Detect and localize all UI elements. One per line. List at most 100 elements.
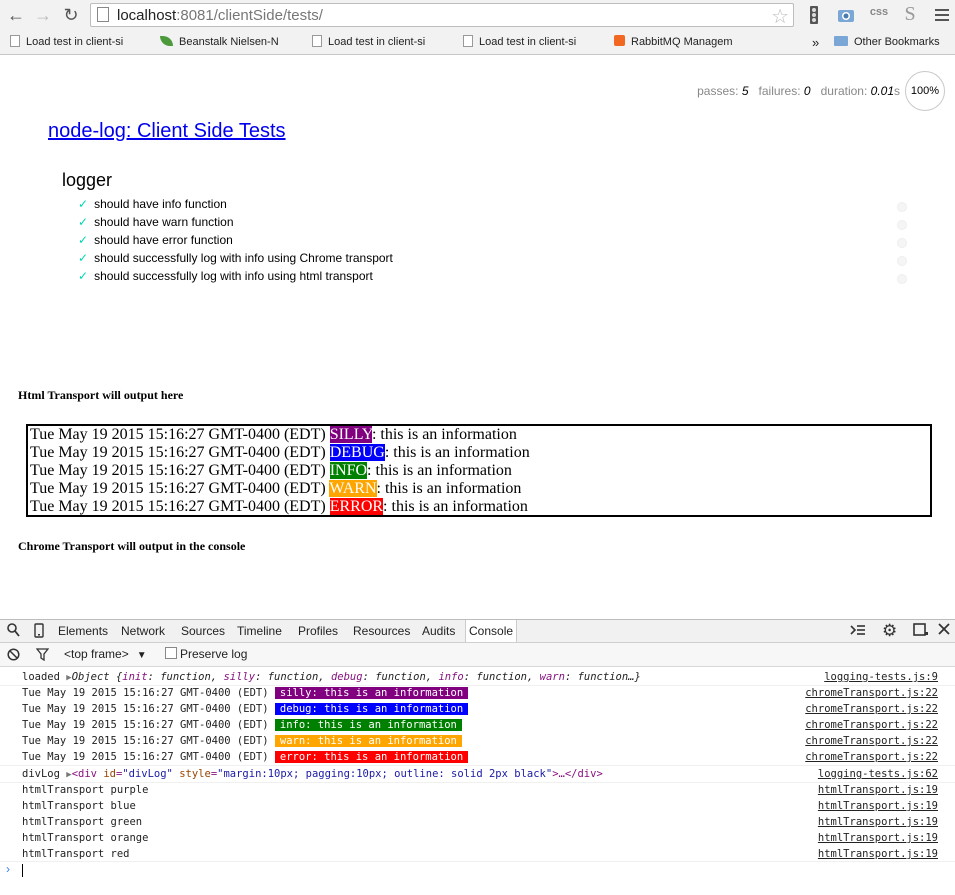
object-label[interactable]: Object { [72,671,123,683]
drawer-toggle-icon[interactable] [850,623,866,641]
url-text[interactable]: localhost:8081/clientSide/tests/ [117,7,323,24]
object-key: init [122,671,148,683]
tab-audits[interactable]: Audits [422,620,455,642]
preserve-log-label: Preserve log [180,647,248,661]
console-source-link[interactable]: htmlTransport.js:19 [818,815,938,829]
suite-title-link[interactable]: node-log: Client Side Tests [48,120,286,143]
tab-sources[interactable]: Sources [181,620,225,642]
forward-arrow-icon[interactable]: → [32,4,54,26]
html-transport-log: Tue May 19 2015 15:16:27 GMT-0400 (EDT) … [26,424,932,517]
object-value: function [160,671,211,683]
console-source-link[interactable]: htmlTransport.js:19 [818,847,938,861]
tab-elements[interactable]: Elements [58,620,108,642]
console-source-link[interactable]: chromeTransport.js:22 [805,702,938,716]
console-source-link[interactable]: htmlTransport.js:19 [818,799,938,813]
log-line: Tue May 19 2015 15:16:27 GMT-0400 (EDT) … [30,480,521,498]
reload-icon[interactable]: ↻ [60,4,82,26]
bookmark-star-icon[interactable]: ☆ [771,4,789,29]
console-input[interactable] [22,864,23,877]
console-styled-text: warn: this is an information [274,735,462,747]
console-message: htmlTransport green [22,816,143,828]
console-source-link[interactable]: htmlTransport.js:19 [818,831,938,845]
address-bar[interactable]: localhost:8081/clientSide/tests/ ☆ [90,3,794,29]
failures-count[interactable]: 0 [804,84,811,98]
console-source-link[interactable]: logging-tests.js:9 [824,670,938,684]
test-item[interactable]: ✓ should have warn function [78,215,234,229]
replay-dot-icon[interactable] [897,220,907,230]
console-source-link[interactable]: chromeTransport.js:22 [805,734,938,748]
dropdown-arrow-icon: ▼ [136,650,147,661]
log-level-tag: INFO [329,462,368,479]
failures-label: failures: [758,84,801,98]
console-divider [0,861,955,862]
bookmark-item[interactable]: Beanstalk Nielsen-N [160,31,296,54]
tab-timeline[interactable]: Timeline [237,620,282,642]
mocha-stats: passes: 5 failures: 0 duration: 0.01s [697,84,900,98]
device-mode-icon[interactable] [34,623,44,642]
css-extension-icon[interactable]: css [868,6,890,18]
replay-dot-icon[interactable] [897,238,907,248]
test-item[interactable]: ✓ should have error function [78,233,233,247]
console-source-link[interactable]: logging-tests.js:62 [818,767,938,781]
back-arrow-icon[interactable]: ← [5,4,27,26]
other-bookmarks-folder[interactable]: Other Bookmarks [834,31,954,54]
console-source-link[interactable]: htmlTransport.js:19 [818,783,938,797]
bookmark-item[interactable]: RabbitMQ Managem [614,31,748,54]
menu-icon[interactable] [935,8,949,22]
frame-select[interactable]: <top frame> ▼ [64,647,147,661]
bookmark-item[interactable]: Load test in client-si [463,31,595,54]
test-item[interactable]: ✓ should have info function [78,197,227,211]
bookmark-item[interactable]: Load test in client-si [10,31,142,54]
html-tag[interactable]: <div [72,768,97,780]
replay-dot-icon[interactable] [897,256,907,266]
console-timestamp: Tue May 19 2015 15:16:27 GMT-0400 (EDT) [22,719,269,731]
console-text: divLog [22,768,60,780]
settings-gear-icon[interactable]: ⚙ [882,622,897,639]
object-key: info [438,671,464,683]
test-item[interactable]: ✓ should successfully log with info using… [78,269,373,283]
console-filter-bar: <top frame> ▼ Preserve log [0,643,955,667]
console-message: Tue May 19 2015 15:16:27 GMT-0400 (EDT) … [22,686,469,700]
more-bookmarks-button[interactable]: » [812,31,824,54]
html-tag: >…</div> [552,768,603,780]
tab-profiles[interactable]: Profiles [298,620,338,642]
progress-circle: 100% [905,71,945,111]
filter-icon[interactable] [35,648,50,664]
clear-console-icon[interactable] [7,648,20,664]
console-message: divLog ▶<div id="divLog" style="margin:1… [22,768,603,780]
url-path: :8081/clientSide/tests/ [176,7,323,24]
preserve-log-checkbox[interactable]: Preserve log [165,647,247,661]
replay-dot-icon[interactable] [897,202,907,212]
close-devtools-icon[interactable] [938,623,950,639]
log-message: : this is an information [376,480,522,497]
traffic-light-extension-icon[interactable] [806,5,822,25]
camera-extension-icon[interactable] [837,6,855,24]
log-timestamp: Tue May 19 2015 15:16:27 GMT-0400 (EDT) [30,498,326,515]
test-item[interactable]: ✓ should successfully log with info using… [78,251,393,265]
dock-side-icon[interactable] [913,623,929,641]
console-divider [0,765,955,766]
url-host: localhost [117,7,177,24]
console-source-link[interactable]: chromeTransport.js:22 [805,718,938,732]
log-level-tag: WARN [329,480,377,497]
checkbox-box[interactable] [165,647,177,659]
log-message: : this is an information [383,498,528,515]
log-line: Tue May 19 2015 15:16:27 GMT-0400 (EDT) … [30,462,512,480]
test-title: should successfully log with info using … [94,269,373,283]
bookmark-item[interactable]: Load test in client-si [312,31,444,54]
tab-console[interactable]: Console [465,620,518,642]
passes-count[interactable]: 5 [742,84,749,98]
replay-dot-icon[interactable] [897,274,907,284]
s-extension-icon[interactable]: S [902,3,918,26]
log-line: Tue May 19 2015 15:16:27 GMT-0400 (EDT) … [30,426,517,444]
tab-network[interactable]: Network [121,620,165,642]
suite-name[interactable]: logger [62,170,112,191]
console-source-link[interactable]: chromeTransport.js:22 [805,686,938,700]
tab-resources[interactable]: Resources [353,620,410,642]
log-line: Tue May 19 2015 15:16:27 GMT-0400 (EDT) … [30,498,528,516]
passes-label: passes: [697,84,739,98]
page-icon [312,35,322,47]
log-message: : this is an information [367,462,512,479]
console-source-link[interactable]: chromeTransport.js:22 [805,750,938,764]
inspect-search-icon[interactable] [7,623,20,641]
